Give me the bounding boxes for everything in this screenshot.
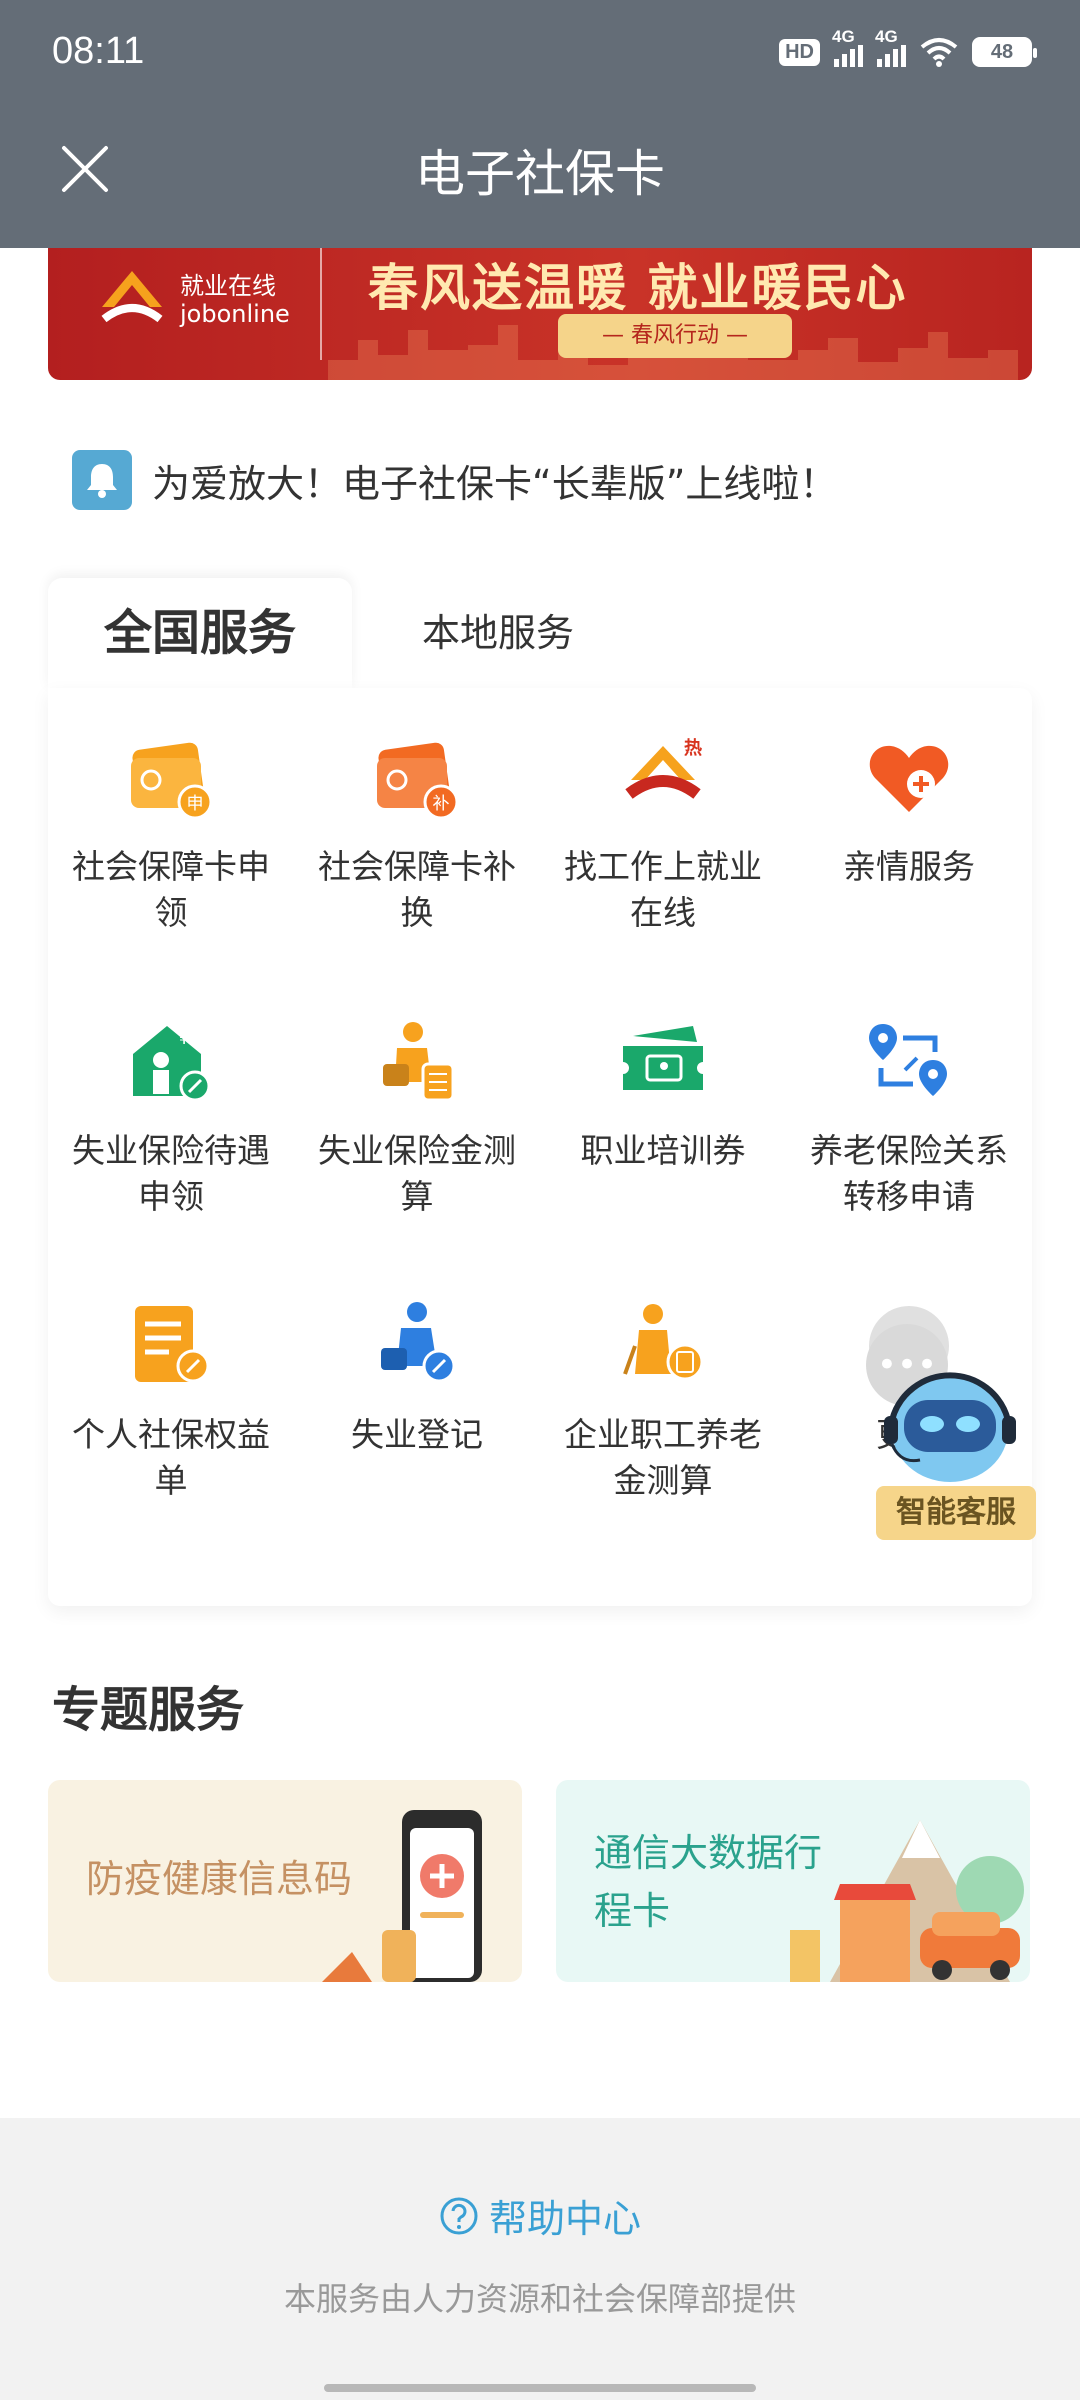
provider-text: 本服务由人力资源和社会保障部提供	[283, 2280, 796, 2318]
jobonline-logo: 就业在线 jobonline	[94, 260, 294, 340]
service-label: 养老保险关系转移申请	[810, 1131, 1008, 1216]
service-label: 企业职工养老金测算	[564, 1415, 762, 1500]
service-unemployment-benefit[interactable]: ¥ 失业保险待遇申领	[48, 1012, 294, 1296]
service-label: 亲情服务	[843, 847, 975, 886]
signal-icon: 4G	[832, 27, 863, 67]
status-icons: HD 4G 4G 48	[779, 27, 1037, 74]
battery-level: 48	[975, 40, 1029, 64]
travel-illustration	[790, 1820, 1024, 1982]
svg-text:补: 补	[433, 794, 450, 814]
unemployment-calc-icon	[383, 1022, 455, 1102]
topic-travel-card[interactable]: 通信大数据行程卡	[556, 1780, 1030, 1982]
job-online-icon: 热	[625, 737, 702, 799]
card-replace-icon: 补	[377, 742, 459, 820]
service-training-voucher[interactable]: 职业培训券	[540, 1012, 786, 1296]
notice-text: 为爱放大！电子社保卡“长辈版”上线啦！	[152, 461, 838, 506]
svg-text:¥: ¥	[179, 1029, 189, 1048]
training-voucher-icon	[623, 1026, 703, 1090]
service-label: 找工作上就业在线	[564, 847, 762, 932]
service-label: 失业登记	[351, 1415, 483, 1454]
heart-plus-icon	[869, 745, 949, 812]
hd-badge: HD	[779, 38, 820, 66]
service-card-replace[interactable]: 补 社会保障卡补换	[294, 728, 540, 1012]
phone-health-illustration	[322, 1810, 482, 1982]
service-tabs: 全国服务 本地服务	[48, 578, 1032, 690]
service-family[interactable]: 亲情服务	[786, 728, 1032, 1012]
footer: 帮助中心 本服务由人力资源和社会保障部提供	[0, 2118, 1080, 2400]
service-label: 社会保障卡申领	[72, 847, 270, 932]
title-bar: 电子社保卡	[0, 104, 1080, 248]
service-label: 职业培训券	[580, 1131, 746, 1170]
topic-health-code[interactable]: 防疫健康信息码	[48, 1780, 522, 1982]
service-unemployment-calc[interactable]: 失业保险金测算	[294, 1012, 540, 1296]
robot-assistant-icon	[884, 1372, 1016, 1482]
banner-campaign-pill: — 春风行动 —	[558, 314, 792, 358]
top-bar: 08:11 HD 4G 4G 48 电子社保卡	[0, 0, 1080, 248]
banner-slogan: 春风送温暖 就业暖民心	[368, 259, 908, 317]
battery-icon: 48	[972, 37, 1037, 67]
promo-banner[interactable]: 就业在线 jobonline 春风送温暖 就业暖民心 — 春风行动 —	[48, 248, 1032, 380]
notice-bar[interactable]: 为爱放大！电子社保卡“长辈版”上线啦！	[72, 450, 837, 510]
page-title: 电子社保卡	[415, 145, 665, 203]
svg-text:热: 热	[684, 737, 702, 759]
service-label: 个人社保权益单	[72, 1415, 270, 1500]
unemployment-benefit-icon: ¥	[133, 1026, 211, 1102]
bell-icon	[72, 450, 132, 510]
service-rights-doc[interactable]: 个人社保权益单	[48, 1296, 294, 1580]
help-icon	[440, 2197, 478, 2234]
pension-calc-icon	[623, 1304, 704, 1381]
logo-subtext: jobonline	[180, 300, 290, 328]
topic-section-title: 专题服务	[52, 1682, 245, 1738]
help-center-link[interactable]: 帮助中心	[0, 2188, 1080, 2243]
pension-transfer-icon	[869, 1024, 947, 1096]
banner-divider	[320, 248, 322, 360]
signal-label: 4G	[832, 27, 855, 46]
topic-title: 防疫健康信息码	[86, 1857, 353, 1901]
signal-icon: 4G	[875, 27, 906, 67]
service-label: 失业保险待遇申领	[72, 1131, 270, 1216]
service-label: 社会保障卡补换	[318, 847, 516, 932]
logo-text: 就业在线	[180, 272, 276, 300]
service-label: 失业保险金测算	[318, 1131, 516, 1216]
unemployment-register-icon	[381, 1302, 456, 1383]
jobonline-logo-icon	[101, 271, 163, 323]
status-time: 08:11	[52, 30, 145, 72]
tab-local-services[interactable]: 本地服务	[422, 578, 574, 688]
status-bar: 08:11 HD 4G 4G 48	[0, 0, 1080, 104]
svg-text:申: 申	[187, 794, 204, 814]
rights-doc-icon	[135, 1306, 210, 1383]
smart-service-label: 智能客服	[876, 1486, 1036, 1540]
service-unemployment-register[interactable]: 失业登记	[294, 1296, 540, 1580]
home-indicator[interactable]	[324, 2384, 756, 2392]
service-pension-calc[interactable]: 企业职工养老金测算	[540, 1296, 786, 1580]
signal-label: 4G	[875, 27, 898, 46]
smart-customer-service-button[interactable]: ••• 智能客服	[860, 1320, 1040, 1550]
tab-national-services[interactable]: 全国服务	[48, 578, 352, 690]
help-center-text: 帮助中心	[488, 2197, 641, 2241]
wifi-icon	[920, 37, 958, 67]
service-job-online[interactable]: 热 找工作上就业在线	[540, 728, 786, 1012]
service-card-apply[interactable]: 申 社会保障卡申领	[48, 728, 294, 1012]
card-apply-icon: 申	[131, 742, 213, 820]
service-pension-transfer[interactable]: 养老保险关系转移申请	[786, 1012, 1032, 1296]
